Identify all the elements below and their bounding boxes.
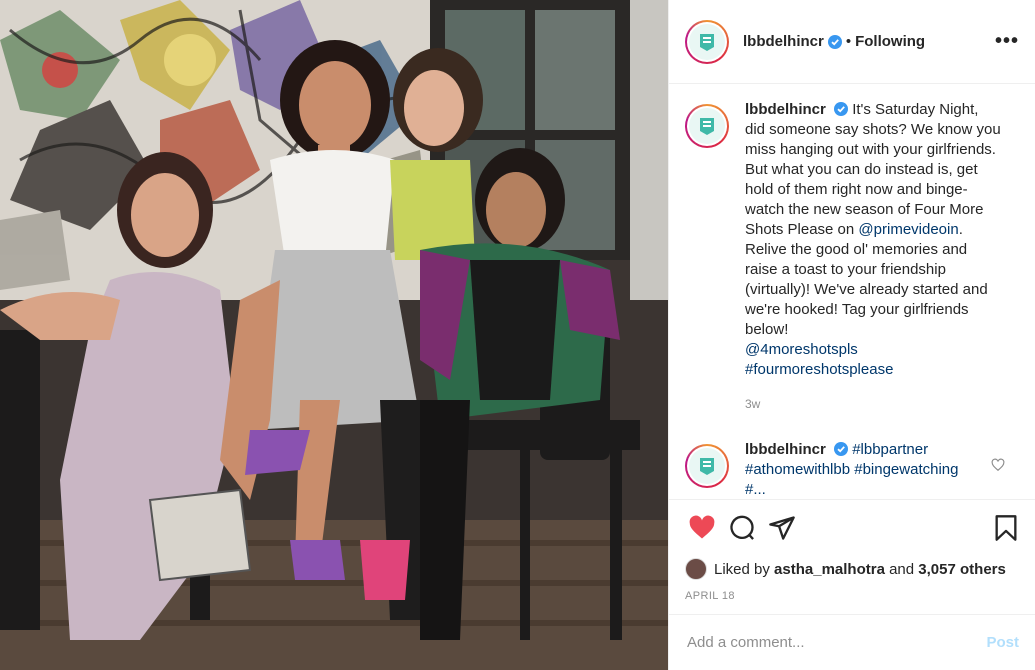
hashtag-athomewithlbb[interactable]: #athomewithlbb #bingewatching (745, 461, 958, 478)
save-button[interactable] (989, 511, 1023, 545)
post-comment-button[interactable]: Post (986, 634, 1019, 651)
header-username[interactable]: lbbdelhincr (743, 33, 824, 50)
comment-item: lbbdelhincr #lbbpartner #athomewithlbb #… (685, 440, 1019, 499)
post-actions-section: Liked by astha_malhotra and 3,057 others… (669, 499, 1035, 602)
lbb-logo-icon (700, 118, 714, 135)
post-date[interactable]: APRIL 18 (685, 590, 1019, 602)
like-button[interactable] (685, 511, 719, 545)
verified-badge-icon (834, 442, 849, 456)
hashtag-more[interactable]: #... (745, 481, 766, 498)
caption-text: lbbdelhincr It's Saturday Night, did som… (745, 100, 1001, 414)
comment-icon (730, 515, 754, 540)
post-header: lbbdelhincr • Following ••• (669, 0, 1035, 84)
comment-input[interactable] (687, 634, 987, 651)
caption: lbbdelhincr It's Saturday Night, did som… (685, 100, 1019, 414)
lbb-logo-icon (700, 458, 714, 475)
hashtag-fourmoreshotsplease[interactable]: #fourmoreshotsplease (745, 361, 893, 378)
comment-button[interactable] (725, 511, 759, 545)
post-photo[interactable] (0, 0, 668, 670)
caption-username[interactable]: lbbdelhincr (745, 101, 826, 118)
comments-list[interactable]: lbbdelhincr It's Saturday Night, did som… (669, 84, 1035, 499)
header-separator: • (845, 33, 852, 50)
liker-avatar[interactable] (685, 558, 707, 580)
like-comment-icon[interactable] (991, 458, 1005, 472)
share-icon (769, 516, 795, 540)
share-button[interactable] (765, 511, 799, 545)
caption-age[interactable]: 3w (745, 394, 1001, 414)
more-options-icon[interactable]: ••• (995, 30, 1019, 53)
mention-primevideoin[interactable]: @primevideoin (858, 221, 958, 238)
bookmark-icon (995, 515, 1017, 541)
avatar[interactable] (685, 19, 729, 64)
likes-summary: Liked by astha_malhotra and 3,057 others (685, 556, 1019, 582)
caption-body-1: It's Saturday Night, did someone say sho… (745, 101, 1001, 238)
verified-badge-icon (834, 102, 849, 116)
lbb-logo-icon (700, 33, 714, 51)
comment-text: lbbdelhincr #lbbpartner #athomewithlbb #… (745, 440, 1001, 499)
liker-username[interactable]: astha_malhotra (774, 561, 885, 578)
likes-others[interactable]: 3,057 others (918, 561, 1006, 578)
likes-prefix: Liked by (714, 560, 770, 578)
following-button[interactable]: Following (855, 33, 925, 50)
post-sidebar: lbbdelhincr • Following ••• lbbdelhincr … (668, 0, 1035, 670)
add-comment-bar: Post (669, 614, 1035, 670)
post-image (0, 0, 668, 670)
action-bar (685, 500, 1019, 556)
verified-badge-icon (827, 34, 842, 49)
mention-4moreshotspls[interactable]: @4moreshotspls (745, 341, 858, 358)
comment-username[interactable]: lbbdelhincr (745, 441, 826, 458)
caption-body-2: . Relive the good ol' memories and raise… (745, 221, 988, 338)
heart-icon (689, 515, 715, 539)
likes-and: and (889, 560, 915, 578)
comment-avatar[interactable] (685, 444, 729, 488)
caption-avatar[interactable] (685, 104, 729, 148)
hashtag-lbbpartner[interactable]: #lbbpartner (852, 441, 928, 458)
